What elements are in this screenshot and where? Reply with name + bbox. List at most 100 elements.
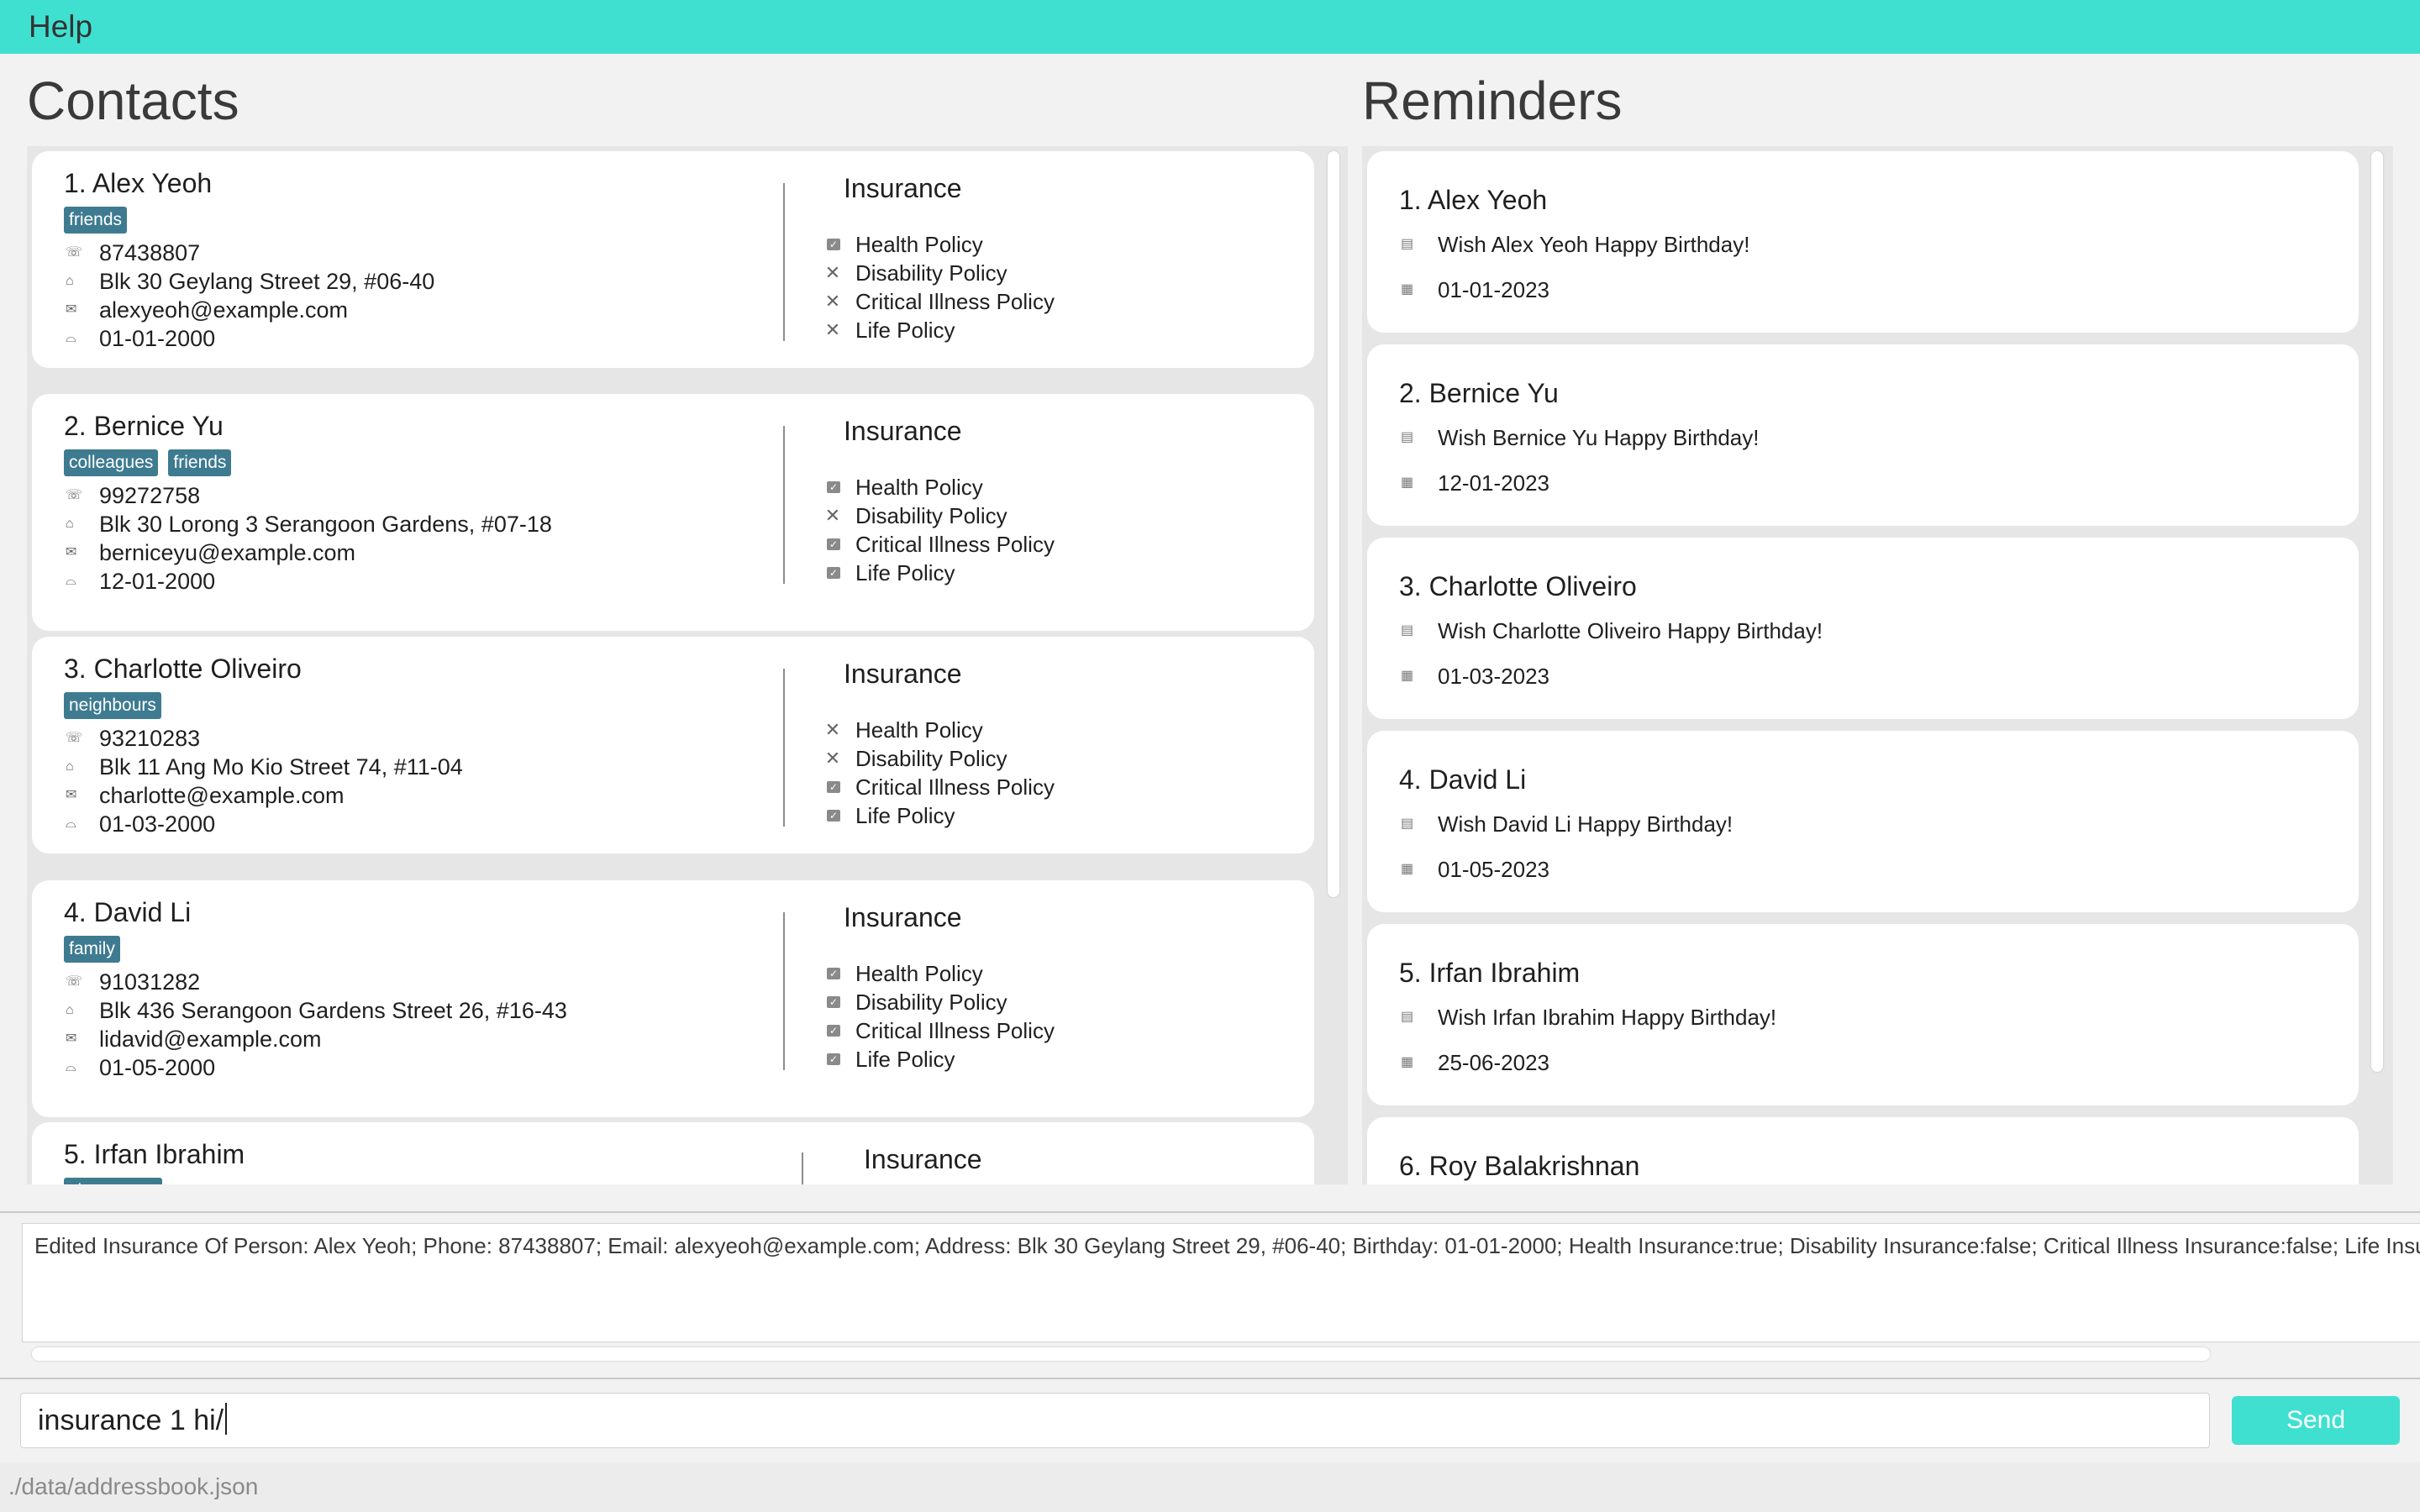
tag-badge: friends [64,207,128,234]
insurance-policy-label: Life Policy [855,318,955,343]
text-caret [225,1403,228,1435]
insurance-heading: Insurance [844,416,962,446]
checkbox-checked-icon: ✓ [827,810,840,822]
reminder-card[interactable]: 5. Irfan Ibrahim ▤ Wish Irfan Ibrahim Happ… [1367,924,2359,1105]
person-name: 2. Bernice Yu [64,411,224,441]
command-value: insurance 1 hi/ [38,1404,224,1436]
person-address: Blk 30 Geylang Street 29, #06-40 [99,269,435,294]
checkbox-checked-icon: ✓ [827,968,840,979]
menu-bar: Help [0,0,2420,54]
card-divider [783,669,785,827]
person-email: lidavid@example.com [99,1026,322,1052]
home-icon: ⌂ [66,517,74,531]
person-email: berniceyu@example.com [99,540,356,565]
checkbox-checked-icon: ✓ [827,781,840,793]
contacts-list[interactable]: 1. Alex Yeoh friends ☏ 87438807 ⌂ Blk 30 Geyl… [27,146,1348,1184]
person-birthday: 01-05-2000 [99,1055,216,1080]
reminders-list[interactable]: 1. Alex Yeoh ▤ Wish Alex Yeoh Happy Birthd… [1362,146,2393,1184]
person-address: Blk 11 Ang Mo Kio Street 74, #11-04 [99,754,463,780]
send-button[interactable]: Send [2232,1396,2400,1445]
phone-icon: ☏ [66,731,83,745]
person-email: alexyeoh@example.com [99,297,349,323]
phone-icon: ☏ [66,245,83,260]
reminder-card[interactable]: 2. Bernice Yu ▤ Wish Bernice Yu Happy Birt… [1367,344,2359,526]
insurance-policy-label: Health Policy [855,961,983,986]
reminder-message: Wish Irfan Ibrahim Happy Birthday! [1438,1005,1777,1030]
result-text: Edited Insurance Of Person: Alex Yeoh; P… [34,1233,2420,1258]
reminder-message: Wish Bernice Yu Happy Birthday! [1438,425,1760,450]
cake-icon: ⌓ [66,816,76,831]
help-menu[interactable]: Help [29,7,92,47]
reminder-name: 5. Irfan Ibrahim [1399,958,1581,988]
note-icon: ▤ [1401,237,1414,251]
cross-icon: ✕ [824,719,841,740]
note-icon: ▤ [1401,1010,1414,1024]
divider [0,1211,2420,1213]
person-card[interactable]: 3. Charlotte Oliveiro neighbours ☏ 93210283… [32,637,1314,853]
reminder-date: 01-01-2023 [1438,277,1549,302]
insurance-heading: Insurance [844,659,962,689]
insurance-policy-label: Health Policy [855,232,983,257]
email-icon: ✉ [66,788,77,802]
reminder-message: Wish Alex Yeoh Happy Birthday! [1438,232,1750,257]
reminder-card[interactable]: 4. David Li ▤ Wish David Li Happy Birthday… [1367,731,2359,912]
checkbox-checked-icon: ✓ [827,239,840,250]
person-card[interactable]: 1. Alex Yeoh friends ☏ 87438807 ⌂ Blk 30 Geyl… [32,151,1314,368]
reminder-date: 01-05-2023 [1438,857,1549,882]
reminder-name: 4. David Li [1399,764,1527,795]
result-display[interactable]: Edited Insurance Of Person: Alex Yeoh; P… [22,1223,2420,1342]
cake-icon: ⌓ [66,574,76,588]
person-name: 1. Alex Yeoh [64,168,213,198]
person-birthday: 01-03-2000 [99,811,216,837]
reminders-scrollbar[interactable] [2371,151,2383,1072]
insurance-policy-label: Health Policy [855,475,983,500]
person-card[interactable]: 2. Bernice Yu colleagues friends ☏ 99272758 ⌂… [32,394,1314,631]
checkbox-checked-icon: ✓ [827,481,840,493]
insurance-policy-label: Critical Illness Policy [855,1018,1055,1043]
checkbox-checked-icon: ✓ [827,996,840,1008]
reminder-name: 2. Bernice Yu [1399,378,1559,408]
result-horizontal-scrollbar[interactable] [32,1347,2210,1361]
person-address: Blk 30 Lorong 3 Serangoon Gardens, #07-1… [99,512,552,537]
person-birthday: 12-01-2000 [99,569,216,594]
card-divider [783,426,785,584]
reminder-card[interactable]: 3. Charlotte Oliveiro ▤ Wish Charlotte Oli… [1367,538,2359,719]
insurance-policy-label: Disability Policy [855,503,1007,528]
phone-icon: ☏ [66,488,83,502]
insurance-policy-label: Life Policy [855,560,955,585]
person-card[interactable]: 4. David Li family ☏ 91031282 ⌂ Blk 436 Seran… [32,880,1314,1117]
person-email: charlotte@example.com [99,783,345,808]
tag-list: neighbours [64,692,161,719]
checkbox-checked-icon: ✓ [827,1025,840,1037]
checkbox-checked-icon: ✓ [827,1053,840,1065]
reminder-name: 3. Charlotte Oliveiro [1399,571,1637,601]
card-divider [783,183,785,341]
insurance-policy-label: Disability Policy [855,746,1007,771]
reminder-card[interactable]: 1. Alex Yeoh ▤ Wish Alex Yeoh Happy Birthd… [1367,151,2359,333]
note-icon: ▤ [1401,430,1414,444]
person-phone: 93210283 [99,726,201,751]
status-bar: ./data/addressbook.json [0,1462,2420,1512]
insurance-heading: Insurance [844,173,962,203]
cake-icon: ⌓ [66,331,76,345]
person-card[interactable]: 5. Irfan Ibrahim classmates Insurance [32,1122,1314,1184]
reminder-date: 25-06-2023 [1438,1050,1549,1075]
divider [0,1378,2420,1379]
person-phone: 91031282 [99,969,201,995]
reminder-name: 1. Alex Yeoh [1399,185,1548,215]
person-phone: 87438807 [99,240,201,265]
insurance-policy-label: Life Policy [855,1047,955,1072]
calendar-icon: ▦ [1401,282,1414,297]
tag-list: colleagues friends [64,449,232,476]
insurance-policy-label: Disability Policy [855,260,1007,286]
contacts-scrollbar[interactable] [1328,151,1339,897]
command-input[interactable]: insurance 1 hi/ [20,1393,2210,1448]
card-divider [783,912,785,1070]
tag-badge: classmates [64,1178,163,1184]
person-phone: 99272758 [99,483,201,508]
reminder-card[interactable]: 6. Roy Balakrishnan [1367,1117,2359,1184]
reminder-name: 6. Roy Balakrishnan [1399,1151,1640,1181]
cross-icon: ✕ [824,748,841,769]
insurance-policy-label: Disability Policy [855,990,1007,1015]
email-icon: ✉ [66,545,77,559]
